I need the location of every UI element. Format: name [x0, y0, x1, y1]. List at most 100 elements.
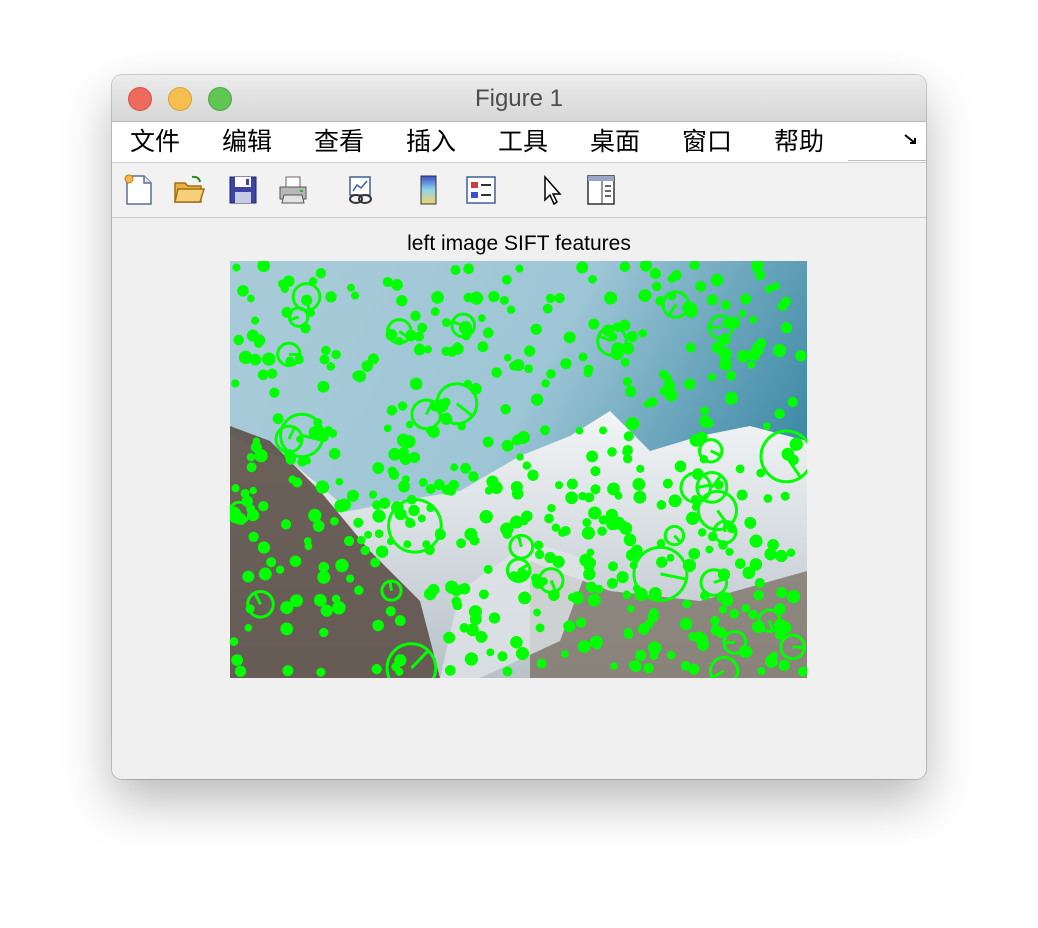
keypoint-marker: [649, 608, 659, 618]
keypoint-orientation: [291, 475, 294, 480]
keypoint-marker: [441, 346, 451, 356]
keypoint-orientation: [351, 294, 356, 297]
keypoint-marker: [294, 354, 304, 365]
keypoint-orientation: [248, 627, 252, 630]
menu-bar: 文件 编辑 查看 插入 工具 桌面 窗口 帮助: [112, 122, 926, 163]
keypoint-marker: [303, 537, 312, 545]
keypoint-marker: [565, 491, 578, 505]
keypoint-marker: [246, 462, 257, 473]
keypoint-marker: [656, 500, 667, 510]
keypoint-orientation: [522, 573, 528, 577]
figure-toolbar: [112, 163, 926, 218]
colorbar-icon[interactable]: [412, 173, 446, 207]
corner-arrow-icon[interactable]: [902, 131, 920, 149]
keypoint-orientation: [711, 376, 714, 381]
keypoint-orientation: [358, 521, 363, 525]
keypoint-orientation: [723, 640, 735, 645]
keypoint-marker: [331, 349, 341, 360]
keypoint-marker: [234, 665, 247, 677]
keypoint-orientation: [642, 333, 645, 338]
keypoint-orientation: [426, 349, 429, 353]
keypoint-marker: [354, 585, 364, 596]
keypoint-orientation: [774, 285, 777, 290]
keypoint-marker: [262, 352, 276, 366]
keypoint-orientation: [536, 328, 542, 331]
menu-tools[interactable]: 工具: [498, 122, 548, 162]
keypoint-marker: [388, 469, 400, 480]
keypoint-orientation: [464, 463, 467, 469]
menu-insert[interactable]: 插入: [406, 122, 456, 162]
pointer-icon[interactable]: [536, 173, 570, 207]
keypoint-orientation: [631, 417, 635, 424]
keypoint-orientation: [365, 360, 368, 367]
keypoint-orientation: [671, 654, 675, 657]
property-editor-icon[interactable]: [584, 173, 618, 207]
figure-window: Figure 1 文件 编辑 查看 插入 工具 桌面 窗口 帮助 left im…: [112, 75, 926, 779]
keypoint-marker: [638, 289, 652, 303]
keypoint-orientation: [335, 598, 340, 601]
keypoint-marker: [751, 258, 764, 272]
keypoint-marker: [697, 639, 709, 651]
print-icon[interactable]: [276, 173, 310, 207]
keypoint-orientation: [270, 373, 273, 379]
keypoint-orientation: [544, 517, 550, 520]
keypoint-marker: [774, 408, 785, 419]
menu-edit[interactable]: 编辑: [222, 122, 272, 162]
title-bar[interactable]: Figure 1: [112, 75, 926, 122]
keypoint-marker: [231, 484, 240, 493]
menu-help[interactable]: 帮助: [774, 122, 824, 162]
keypoint-orientation: [367, 531, 370, 535]
keypoint-orientation: [593, 507, 597, 514]
window-title: Figure 1: [474, 85, 564, 112]
keypoint-marker: [466, 623, 479, 637]
keypoint-marker: [685, 511, 700, 525]
keypoint-marker: [535, 623, 545, 633]
menu-view[interactable]: 查看: [314, 122, 364, 162]
keypoint-marker: [577, 640, 591, 653]
keypoint-marker: [578, 619, 586, 627]
keypoint-marker: [749, 534, 763, 548]
link-plot-icon[interactable]: [344, 173, 378, 207]
menu-desktop[interactable]: 桌面: [590, 122, 640, 162]
keypoint-orientation: [389, 452, 395, 455]
keypoint-orientation: [284, 288, 287, 293]
keypoint-orientation: [396, 298, 402, 302]
keypoint-marker: [450, 584, 463, 597]
keypoint-orientation: [259, 572, 266, 575]
keypoint-marker: [403, 540, 412, 549]
keypoint-orientation: [388, 580, 393, 591]
keypoint-marker: [478, 589, 489, 600]
keypoint-orientation: [434, 310, 439, 314]
keypoint-orientation: [796, 442, 803, 445]
keypoint-orientation: [610, 297, 617, 300]
keypoint-orientation: [397, 671, 401, 676]
keypoint-marker: [734, 558, 746, 569]
sift-feature-image[interactable]: [227, 258, 814, 694]
new-figure-icon[interactable]: [122, 173, 156, 207]
save-icon[interactable]: [226, 173, 260, 207]
keypoint-marker: [469, 291, 484, 305]
keypoint-marker: [534, 549, 545, 560]
keypoint-orientation: [689, 383, 695, 386]
keypoint-marker: [658, 369, 668, 379]
open-file-icon[interactable]: [172, 173, 206, 207]
keypoint-orientation: [408, 424, 411, 428]
menu-window[interactable]: 窗口: [682, 122, 732, 162]
keypoint-orientation: [487, 437, 490, 443]
keypoint-orientation: [317, 670, 322, 673]
keypoint-orientation: [589, 549, 593, 553]
keypoint-orientation: [628, 633, 633, 636]
keypoint-orientation: [733, 612, 739, 615]
keypoint-marker: [523, 345, 536, 357]
menu-file[interactable]: 文件: [130, 122, 180, 162]
keypoint-orientation: [639, 650, 643, 656]
keypoint-marker: [463, 263, 474, 275]
keypoint-orientation: [792, 645, 805, 649]
keypoint-orientation: [601, 430, 604, 434]
keypoint-orientation: [698, 632, 701, 638]
keypoint-marker: [725, 547, 734, 556]
keypoint-marker: [668, 494, 682, 508]
legend-icon[interactable]: [464, 173, 498, 207]
keypoint-marker: [690, 495, 700, 504]
keypoint-marker: [320, 604, 333, 617]
